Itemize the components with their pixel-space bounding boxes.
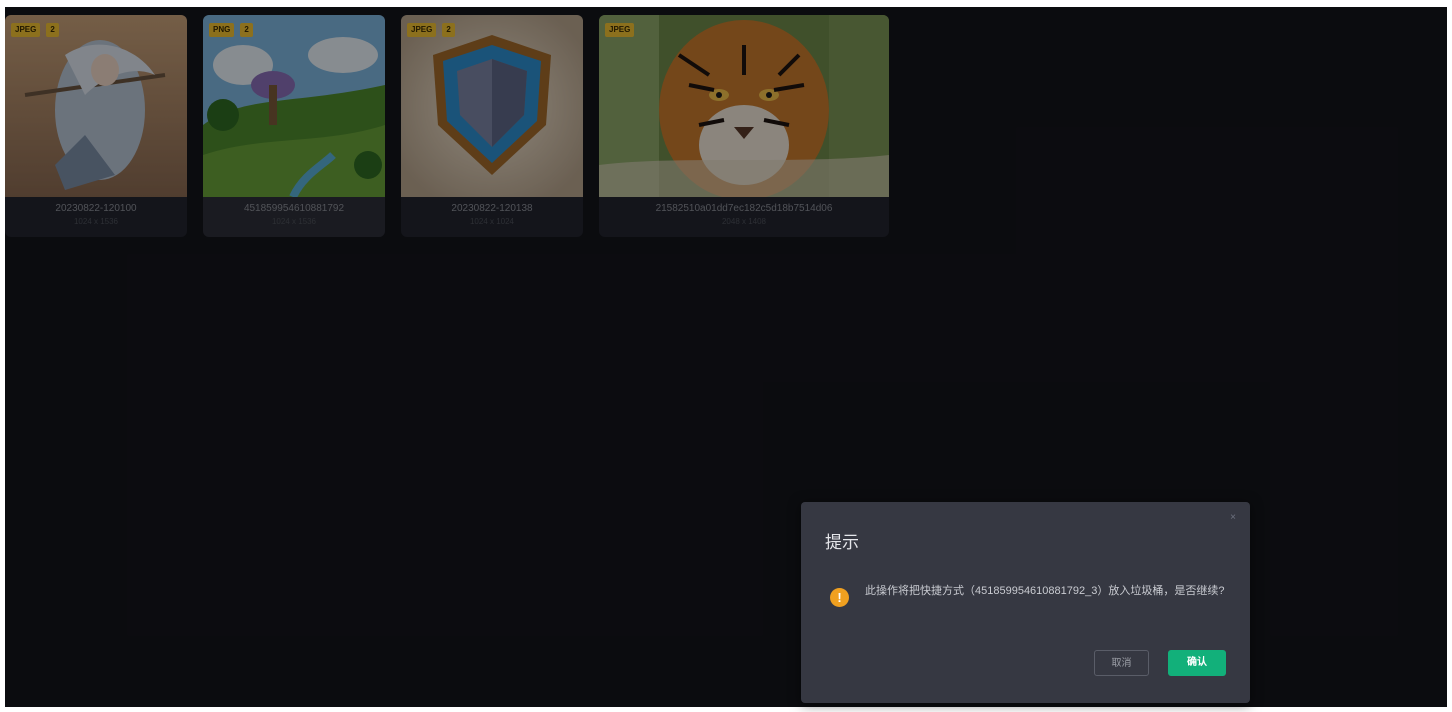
card-filename: 451859954610881792 (243, 203, 345, 214)
badge-group: PNG 2 (209, 23, 253, 37)
card-filename: 20230822-120100 (55, 203, 137, 214)
card-filename: 20230822-120138 (451, 203, 533, 214)
thumbnail-tiger: JPEG (599, 15, 889, 197)
format-badge: JPEG (11, 23, 41, 37)
count-badge: 2 (442, 23, 455, 37)
count-badge: 2 (240, 23, 253, 37)
format-badge: JPEG (605, 23, 635, 37)
image-grid: JPEG 2 20230822-120100 1024 x 1536 PNG 2… (5, 15, 889, 237)
card-dimensions: 1024 x 1024 (469, 217, 515, 226)
image-card[interactable]: JPEG 21582510a01dd7ec182c5d18b7514d06 20… (599, 15, 889, 237)
badge-group: JPEG 2 (11, 23, 59, 37)
badge-group: JPEG (605, 23, 635, 37)
format-badge: PNG (209, 23, 235, 37)
thumbnail-landscape: PNG 2 (203, 15, 385, 197)
image-card[interactable]: JPEG 2 20230822-120100 1024 x 1536 (5, 15, 187, 237)
card-dimensions: 1024 x 1536 (73, 217, 119, 226)
card-dimensions: 1024 x 1536 (271, 217, 317, 226)
dialog-message: 此操作将把快捷方式（451859954610881792_3）放入垃圾桶，是否继… (865, 585, 1225, 597)
dialog-title: 提示 (825, 533, 859, 552)
thumbnail-warrior: JPEG 2 (5, 15, 187, 197)
image-card[interactable]: PNG 2 451859954610881792 1024 x 1536 (203, 15, 385, 237)
cancel-button[interactable]: 取消 (1094, 650, 1149, 676)
warning-icon: ! (830, 588, 849, 607)
image-card[interactable]: JPEG 2 20230822-120138 1024 x 1024 (401, 15, 583, 237)
close-icon[interactable]: × (1230, 512, 1236, 523)
thumbnail-shield: JPEG 2 (401, 15, 583, 197)
confirm-button[interactable]: 确认 (1168, 650, 1226, 676)
card-filename: 21582510a01dd7ec182c5d18b7514d06 (655, 203, 833, 214)
format-badge: JPEG (407, 23, 437, 37)
card-dimensions: 2048 x 1408 (721, 217, 767, 226)
count-badge: 2 (46, 23, 59, 37)
confirm-dialog: 提示 × ! 此操作将把快捷方式（451859954610881792_3）放入… (801, 502, 1250, 703)
badge-group: JPEG 2 (407, 23, 455, 37)
